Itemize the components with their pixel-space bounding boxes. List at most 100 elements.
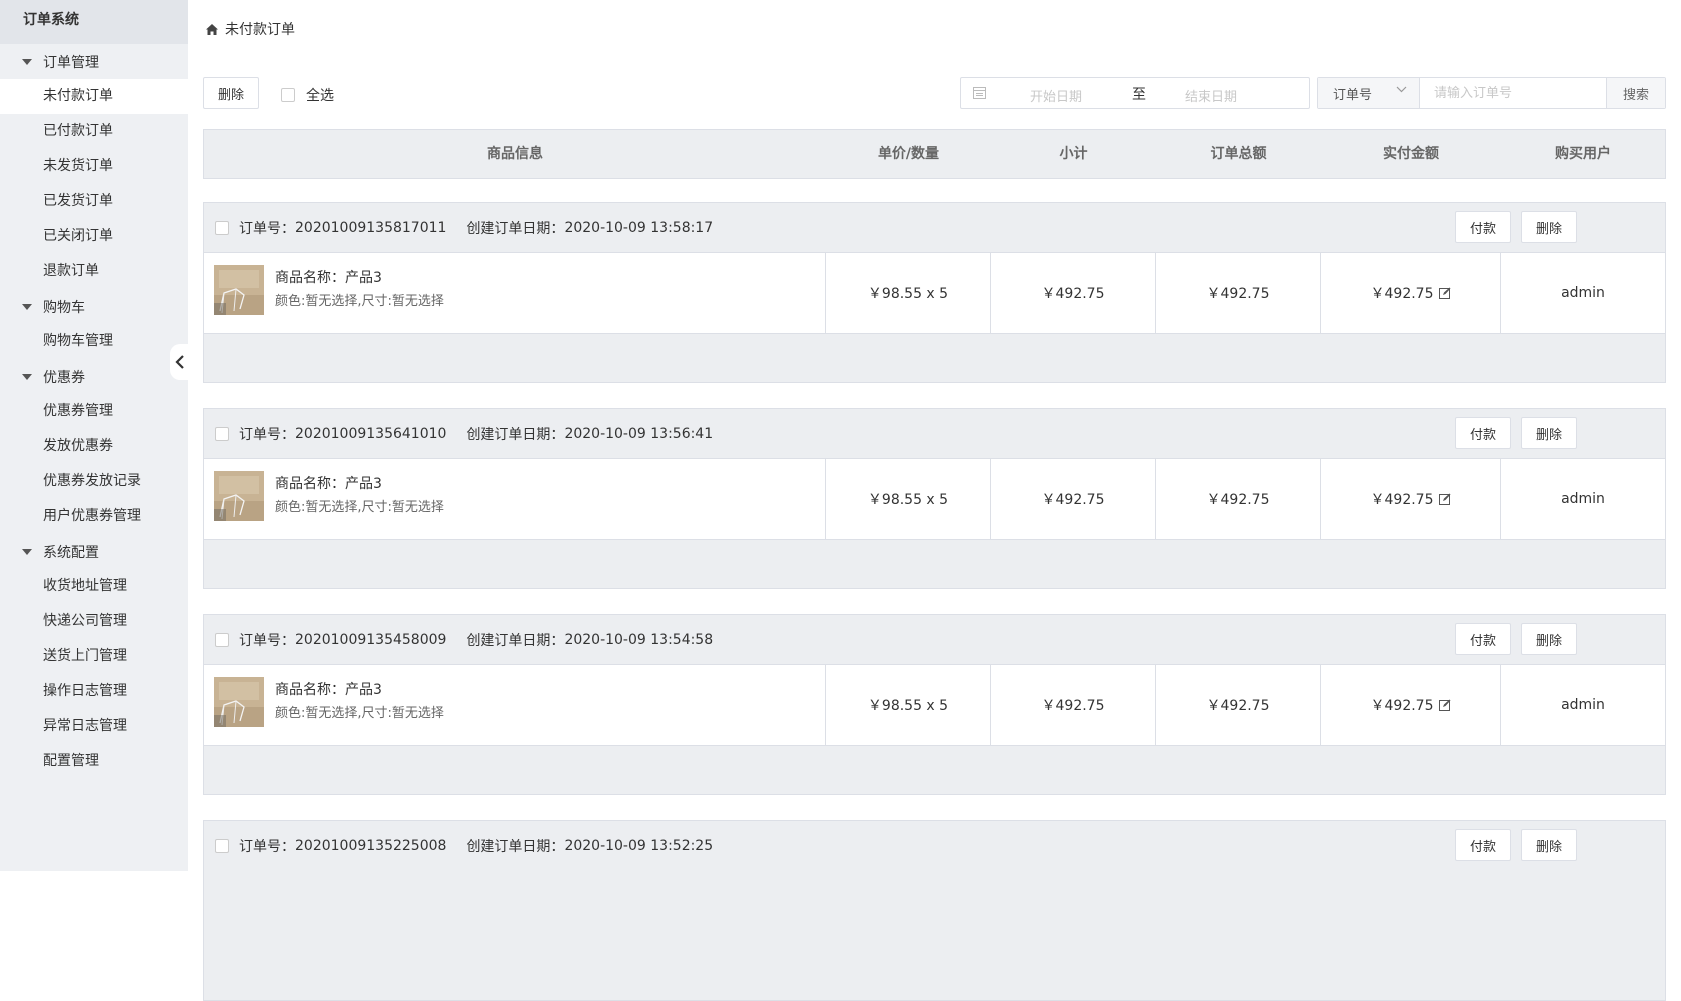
toolbar: 删除 全选 开始日期 至 结束日期 订单号 搜索	[203, 77, 1666, 109]
order-card-header: 订单号： 20201009135817011 创建订单日期： 2020-10-0…	[204, 203, 1665, 252]
table-row: 商品名称：产品3 颜色:暂无选择,尺寸:暂无选择 ￥98.55 x 5 ￥492…	[204, 458, 1665, 540]
caret-down-icon	[22, 548, 32, 555]
sidebar-collapse-button[interactable]	[170, 344, 190, 380]
product-name-label: 商品名称：	[275, 476, 345, 492]
created-date-label: 创建订单日期：	[466, 838, 565, 855]
menu-item-refund-orders[interactable]: 退款订单	[0, 254, 188, 289]
menu-item-delivery-management[interactable]: 送货上门管理	[0, 639, 188, 674]
menu-item-exception-log[interactable]: 异常日志管理	[0, 709, 188, 744]
created-date-label: 创建订单日期：	[466, 632, 565, 649]
edit-icon[interactable]	[1438, 287, 1451, 299]
menu-item-cart-management[interactable]: 购物车管理	[0, 324, 188, 359]
checkbox[interactable]	[281, 88, 295, 102]
menu-item-config-management[interactable]: 配置管理	[0, 744, 188, 779]
menu-item-address-management[interactable]: 收货地址管理	[0, 569, 188, 604]
product-name-value: 产品3	[345, 270, 382, 286]
menu-item-paid-orders[interactable]: 已付款订单	[0, 114, 188, 149]
date-end-input[interactable]: 结束日期	[1185, 86, 1237, 105]
delete-order-button[interactable]: 删除	[1521, 211, 1577, 243]
created-date-label: 创建订单日期：	[466, 426, 565, 443]
delete-order-button[interactable]: 删除	[1521, 829, 1577, 861]
menu-item-issue-coupon[interactable]: 发放优惠券	[0, 429, 188, 464]
product-attributes: 颜色:暂无选择,尺寸:暂无选择	[275, 294, 444, 309]
menu-group-system-config[interactable]: 系统配置	[0, 534, 188, 569]
menu-item-user-coupon-management[interactable]: 用户优惠券管理	[0, 499, 188, 534]
order-card: 订单号： 20201009135458009 创建订单日期： 2020-10-0…	[203, 614, 1666, 795]
calendar-icon	[973, 87, 986, 99]
search-field-selected: 订单号	[1333, 87, 1373, 103]
date-start-input[interactable]: 开始日期	[1030, 86, 1082, 105]
buyer-cell: admin	[1561, 697, 1605, 713]
order-total-cell: ￥492.75	[1156, 253, 1321, 333]
order-checkbox[interactable]	[215, 838, 229, 853]
search-field-select[interactable]: 订单号	[1318, 78, 1420, 108]
menu-item-coupon-records[interactable]: 优惠券发放记录	[0, 464, 188, 499]
price-quantity-cell: ￥98.55 x 5	[826, 253, 991, 333]
menu-item-unshipped-orders[interactable]: 未发货订单	[0, 149, 188, 184]
menu-group-label: 优惠券	[43, 369, 85, 386]
menu-item-shipped-orders[interactable]: 已发货订单	[0, 184, 188, 219]
search-button[interactable]: 搜索	[1606, 78, 1665, 108]
product-name-value: 产品3	[345, 476, 382, 492]
menu-group-order-management[interactable]: 订单管理	[0, 44, 188, 79]
paid-amount: ￥492.75	[1370, 286, 1434, 302]
product-info-cell: 商品名称：产品3 颜色:暂无选择,尺寸:暂无选择	[204, 253, 826, 333]
order-number-label: 订单号：	[239, 632, 295, 649]
order-checkbox[interactable]	[215, 426, 229, 441]
product-name-label: 商品名称：	[275, 270, 345, 286]
pay-button[interactable]: 付款	[1455, 829, 1511, 861]
menu-item-coupon-management[interactable]: 优惠券管理	[0, 394, 188, 429]
order-checkbox[interactable]	[215, 220, 229, 235]
product-name: 商品名称：产品3	[275, 679, 382, 699]
batch-delete-button[interactable]: 删除	[203, 77, 259, 109]
created-date: 2020-10-09 13:58:17	[564, 219, 714, 236]
edit-icon[interactable]	[1438, 493, 1451, 505]
delete-order-button[interactable]: 删除	[1521, 417, 1577, 449]
pay-button[interactable]: 付款	[1455, 623, 1511, 655]
created-date-label: 创建订单日期：	[466, 220, 565, 237]
menu-item-unpaid-orders[interactable]: 未付款订单	[0, 79, 188, 114]
paid-amount-cell: ￥492.75	[1321, 253, 1501, 333]
column-header: 商品信息	[487, 146, 543, 162]
subtotal-cell: ￥492.75	[991, 665, 1156, 745]
buyer-cell: admin	[1561, 491, 1605, 507]
product-thumbnail-image	[214, 471, 264, 521]
product-thumbnail-image	[214, 677, 264, 727]
paid-amount: ￥492.75	[1370, 492, 1434, 508]
pay-button[interactable]: 付款	[1455, 211, 1511, 243]
product-name-value: 产品3	[345, 682, 382, 698]
select-all-checkbox[interactable]: 全选	[281, 85, 334, 105]
caret-down-icon	[22, 58, 32, 65]
menu-item-courier-management[interactable]: 快递公司管理	[0, 604, 188, 639]
product-name: 商品名称：产品3	[275, 267, 382, 287]
product-name: 商品名称：产品3	[275, 473, 382, 493]
table-row: 商品名称：产品3 颜色:暂无选择,尺寸:暂无选择 ￥98.55 x 5 ￥492…	[204, 664, 1665, 746]
price-quantity-cell: ￥98.55 x 5	[826, 665, 991, 745]
column-header: 单价/数量	[877, 146, 940, 162]
chevron-down-icon	[1396, 86, 1407, 93]
product-thumbnail[interactable]	[214, 265, 264, 315]
menu-group-cart[interactable]: 购物车	[0, 289, 188, 324]
product-thumbnail[interactable]	[214, 677, 264, 727]
column-header: 实付金额	[1383, 146, 1439, 162]
order-checkbox[interactable]	[215, 632, 229, 647]
edit-icon[interactable]	[1438, 699, 1451, 711]
column-header: 购买用户	[1555, 146, 1611, 162]
home-icon[interactable]	[206, 23, 218, 35]
order-total-cell: ￥492.75	[1156, 459, 1321, 539]
pay-button[interactable]: 付款	[1455, 417, 1511, 449]
main-content: 未付款订单 删除 全选 开始日期 至 结束日期 订单号 请输入订单号 搜索 商品…	[188, 0, 1681, 1001]
menu-item-operation-log[interactable]: 操作日志管理	[0, 674, 188, 709]
chevron-left-icon	[175, 355, 184, 369]
paid-amount-cell: ￥492.75	[1321, 665, 1501, 745]
caret-down-icon	[22, 303, 32, 310]
menu-item-closed-orders[interactable]: 已关闭订单	[0, 219, 188, 254]
search-input[interactable]	[1420, 78, 1606, 108]
paid-amount-cell: ￥492.75	[1321, 459, 1501, 539]
product-thumbnail[interactable]	[214, 471, 264, 521]
menu-group-coupons[interactable]: 优惠券	[0, 359, 188, 394]
price-quantity-cell: ￥98.55 x 5	[826, 459, 991, 539]
date-range-picker[interactable]: 开始日期 至 结束日期	[960, 77, 1310, 109]
delete-order-button[interactable]: 删除	[1521, 623, 1577, 655]
sidebar-title: 订单系统	[0, 0, 188, 44]
